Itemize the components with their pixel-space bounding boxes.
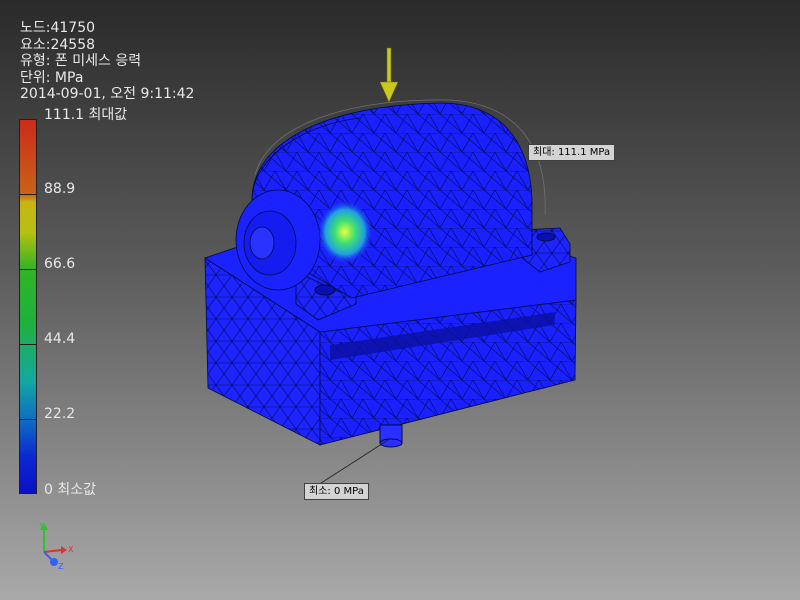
axis-triad[interactable]: Y X Z [34, 520, 84, 575]
x-axis-label: X [68, 545, 74, 554]
max-stress-callout[interactable]: 최대: 111.1 MPa [528, 144, 616, 161]
z-axis-label: Z [58, 562, 64, 571]
min-stress-callout[interactable]: 최소: 0 MPa [304, 483, 369, 500]
load-arrow [379, 47, 399, 103]
y-axis-label: Y [38, 521, 44, 530]
max-stress-hotspot [317, 200, 373, 264]
fea-model-viewport[interactable] [0, 0, 800, 600]
